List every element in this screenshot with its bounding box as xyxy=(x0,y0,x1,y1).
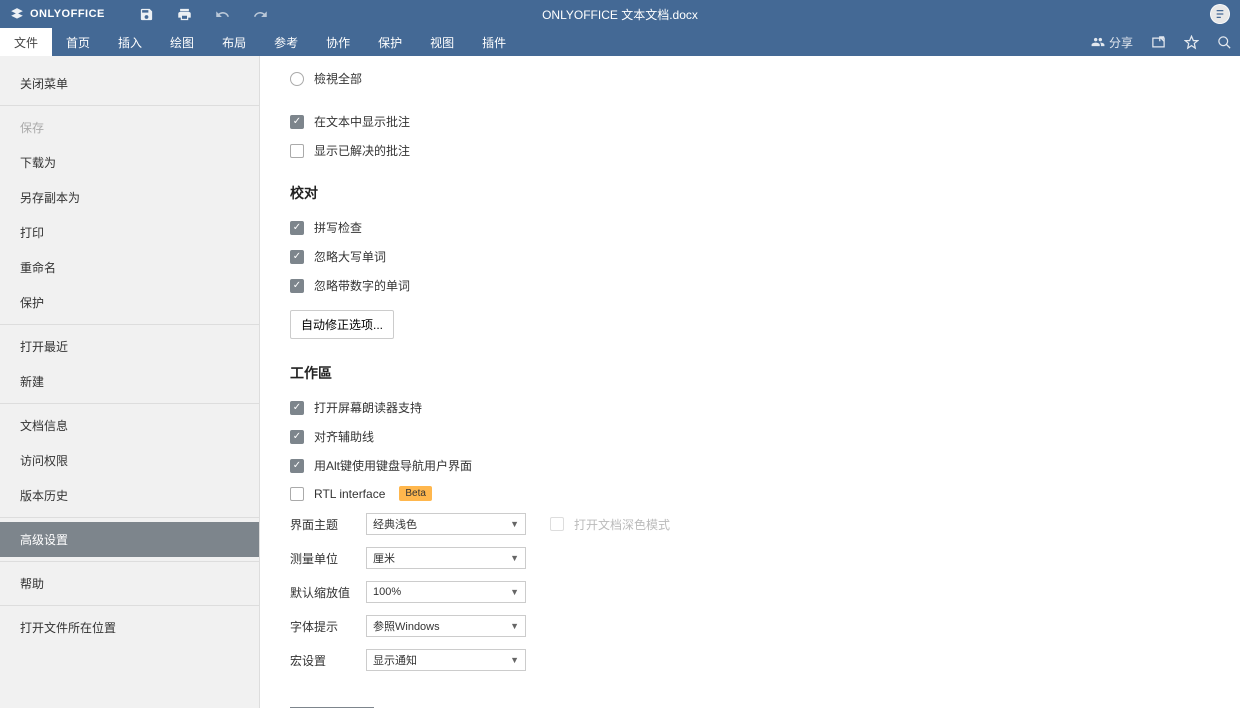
tab-references[interactable]: 参考 xyxy=(260,28,312,56)
checkbox-rtl-interface[interactable] xyxy=(290,487,304,501)
checkbox-ignore-uppercase[interactable] xyxy=(290,250,304,264)
beta-badge: Beta xyxy=(399,486,432,501)
undo-icon[interactable] xyxy=(215,6,231,22)
select-macro-value: 显示通知 xyxy=(373,652,417,668)
checkbox-dark-doc-mode xyxy=(550,517,564,531)
chevron-down-icon: ▼ xyxy=(510,587,519,597)
label-show-resolved-comments: 显示已解决的批注 xyxy=(314,142,410,159)
tab-collaboration[interactable]: 协作 xyxy=(312,28,364,56)
tab-layout[interactable]: 布局 xyxy=(208,28,260,56)
chevron-down-icon: ▼ xyxy=(510,553,519,563)
select-theme-value: 经典浅色 xyxy=(373,516,417,532)
label-font-hint: 字体提示 xyxy=(290,618,366,635)
save-icon[interactable] xyxy=(139,6,155,22)
sidebar-separator xyxy=(0,105,259,106)
label-show-comments-in-text: 在文本中显示批注 xyxy=(314,113,410,130)
label-dark-doc-mode: 打开文档深色模式 xyxy=(574,516,670,533)
sidebar-separator xyxy=(0,324,259,325)
checkbox-screen-reader[interactable] xyxy=(290,401,304,415)
chevron-down-icon: ▼ xyxy=(510,519,519,529)
tab-home[interactable]: 首页 xyxy=(52,28,104,56)
radio-view-all[interactable] xyxy=(290,72,304,86)
favorite-icon[interactable] xyxy=(1184,35,1199,50)
sidebar-access-rights[interactable]: 访问权限 xyxy=(0,443,259,478)
checkbox-ignore-digits[interactable] xyxy=(290,279,304,293)
settings-panel: 檢視全部 在文本中显示批注 显示已解决的批注 校对 拼写检查 忽略大写单词 忽略… xyxy=(260,56,1240,708)
tab-view[interactable]: 视图 xyxy=(416,28,468,56)
label-theme: 界面主题 xyxy=(290,516,366,533)
sidebar-doc-info[interactable]: 文档信息 xyxy=(0,408,259,443)
select-zoom-value: 100% xyxy=(373,586,401,598)
ribbon-tabs: 文件 首页 插入 绘图 布局 参考 协作 保护 视图 插件 xyxy=(0,28,520,56)
menubar: 文件 首页 插入 绘图 布局 参考 协作 保护 视图 插件 分享 xyxy=(0,28,1240,56)
label-zoom: 默认缩放值 xyxy=(290,584,366,601)
checkbox-alt-navigation[interactable] xyxy=(290,459,304,473)
checkbox-show-comments-in-text[interactable] xyxy=(290,115,304,129)
tab-file[interactable]: 文件 xyxy=(0,28,52,56)
sidebar-advanced-settings[interactable]: 高级设置 xyxy=(0,522,259,557)
quick-access-toolbar xyxy=(139,6,269,22)
sidebar-new[interactable]: 新建 xyxy=(0,364,259,399)
section-proofing: 校对 xyxy=(290,183,1210,203)
label-macro: 宏设置 xyxy=(290,652,366,669)
label-alt-navigation: 用Alt键使用键盘导航用户界面 xyxy=(314,457,472,474)
sidebar-save: 保存 xyxy=(0,110,259,145)
brand-text: ONLYOFFICE xyxy=(30,8,105,20)
sidebar-open-file-location[interactable]: 打开文件所在位置 xyxy=(0,610,259,645)
sidebar-separator xyxy=(0,605,259,606)
share-button[interactable]: 分享 xyxy=(1091,34,1133,51)
onlyoffice-logo-icon xyxy=(10,7,24,21)
checkbox-align-guides[interactable] xyxy=(290,430,304,444)
autocorrect-options-button[interactable]: 自动修正选项... xyxy=(290,310,394,339)
sidebar-download-as[interactable]: 下载为 xyxy=(0,145,259,180)
sidebar-save-copy-as[interactable]: 另存副本为 xyxy=(0,180,259,215)
checkbox-spell-check[interactable] xyxy=(290,221,304,235)
tab-protection[interactable]: 保护 xyxy=(364,28,416,56)
sidebar-help[interactable]: 帮助 xyxy=(0,566,259,601)
sidebar-close-menu[interactable]: 关闭菜单 xyxy=(0,66,259,101)
sidebar-separator xyxy=(0,403,259,404)
label-ignore-uppercase: 忽略大写单词 xyxy=(314,248,386,265)
titlebar: ONLYOFFICE ONLYOFFICE 文本文档.docx xyxy=(0,0,1240,28)
share-label: 分享 xyxy=(1109,34,1133,51)
search-icon[interactable] xyxy=(1217,35,1232,50)
document-title: ONLYOFFICE 文本文档.docx xyxy=(542,6,698,23)
select-macro[interactable]: 显示通知 ▼ xyxy=(366,649,526,671)
select-unit[interactable]: 厘米 ▼ xyxy=(366,547,526,569)
select-font-hint-value: 参照Windows xyxy=(373,618,440,634)
sidebar-separator xyxy=(0,517,259,518)
select-zoom[interactable]: 100% ▼ xyxy=(366,581,526,603)
label-unit: 测量单位 xyxy=(290,550,366,567)
menubar-right: 分享 xyxy=(1091,34,1232,51)
label-align-guides: 对齐辅助线 xyxy=(314,428,374,445)
label-spell-check: 拼写检查 xyxy=(314,219,362,236)
chevron-down-icon: ▼ xyxy=(510,655,519,665)
sidebar-rename[interactable]: 重命名 xyxy=(0,250,259,285)
chevron-down-icon: ▼ xyxy=(510,621,519,631)
tab-insert[interactable]: 插入 xyxy=(104,28,156,56)
redo-icon[interactable] xyxy=(253,6,269,22)
sidebar-version-history[interactable]: 版本历史 xyxy=(0,478,259,513)
sidebar-separator xyxy=(0,561,259,562)
section-workspace: 工作區 xyxy=(290,363,1210,383)
file-menu-sidebar: 关闭菜单 保存 下载为 另存副本为 打印 重命名 保护 打开最近 新建 文档信息… xyxy=(0,56,260,708)
user-avatar[interactable] xyxy=(1210,4,1230,24)
app-logo: ONLYOFFICE xyxy=(0,7,105,21)
label-screen-reader: 打开屏幕朗读器支持 xyxy=(314,399,422,416)
share-icon xyxy=(1091,35,1105,49)
open-location-icon[interactable] xyxy=(1151,35,1166,50)
sidebar-print[interactable]: 打印 xyxy=(0,215,259,250)
checkbox-show-resolved-comments[interactable] xyxy=(290,144,304,158)
sidebar-open-recent[interactable]: 打开最近 xyxy=(0,329,259,364)
tab-draw[interactable]: 绘图 xyxy=(156,28,208,56)
select-unit-value: 厘米 xyxy=(373,550,395,566)
tab-plugins[interactable]: 插件 xyxy=(468,28,520,56)
print-icon[interactable] xyxy=(177,6,193,22)
label-view-all: 檢視全部 xyxy=(314,70,362,87)
label-ignore-digits: 忽略带数字的单词 xyxy=(314,277,410,294)
sidebar-protect[interactable]: 保护 xyxy=(0,285,259,320)
select-font-hint[interactable]: 参照Windows ▼ xyxy=(366,615,526,637)
label-rtl-interface: RTL interface xyxy=(314,487,385,501)
select-theme[interactable]: 经典浅色 ▼ xyxy=(366,513,526,535)
